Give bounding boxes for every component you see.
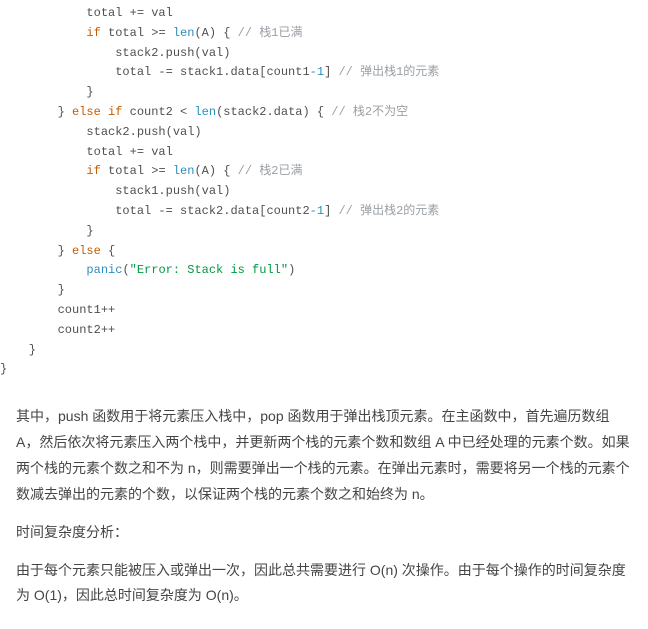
code-line: total += val: [0, 145, 173, 159]
code-line: stack1.push(val): [0, 184, 230, 198]
code-line: panic("Error: Stack is full"): [0, 263, 295, 277]
code-line: }: [0, 283, 65, 297]
code-block: total += val if total >= len(A) { // 栈1已…: [0, 0, 648, 390]
code-line: total += val: [0, 6, 173, 20]
explanation-text: 其中，push 函数用于将元素压入栈中，pop 函数用于弹出栈顶元素。在主函数中…: [0, 390, 648, 629]
code-line: } else if count2 < len(stack2.data) { //…: [0, 105, 408, 119]
code-line: }: [0, 224, 94, 238]
code-line: if total >= len(A) { // 栈2已满: [0, 164, 302, 178]
code-line: count2++: [0, 323, 115, 337]
code-line: } else {: [0, 244, 115, 258]
code-line: }: [0, 343, 36, 357]
code-line: if total >= len(A) { // 栈1已满: [0, 26, 302, 40]
code-line: count1++: [0, 303, 115, 317]
code-line: }: [0, 362, 7, 376]
code-line: total -= stack2.data[count2-1] // 弹出栈2的元…: [0, 204, 439, 218]
code-line: stack2.push(val): [0, 125, 202, 139]
paragraph: 时间复杂度分析：: [16, 520, 632, 546]
paragraph: 其中，push 函数用于将元素压入栈中，pop 函数用于弹出栈顶元素。在主函数中…: [16, 404, 632, 508]
code-line: total -= stack1.data[count1-1] // 弹出栈1的元…: [0, 65, 439, 79]
code-line: stack2.push(val): [0, 46, 230, 60]
code-line: }: [0, 85, 94, 99]
paragraph: 由于每个元素只能被压入或弹出一次，因此总共需要进行 O(n) 次操作。由于每个操…: [16, 558, 632, 610]
